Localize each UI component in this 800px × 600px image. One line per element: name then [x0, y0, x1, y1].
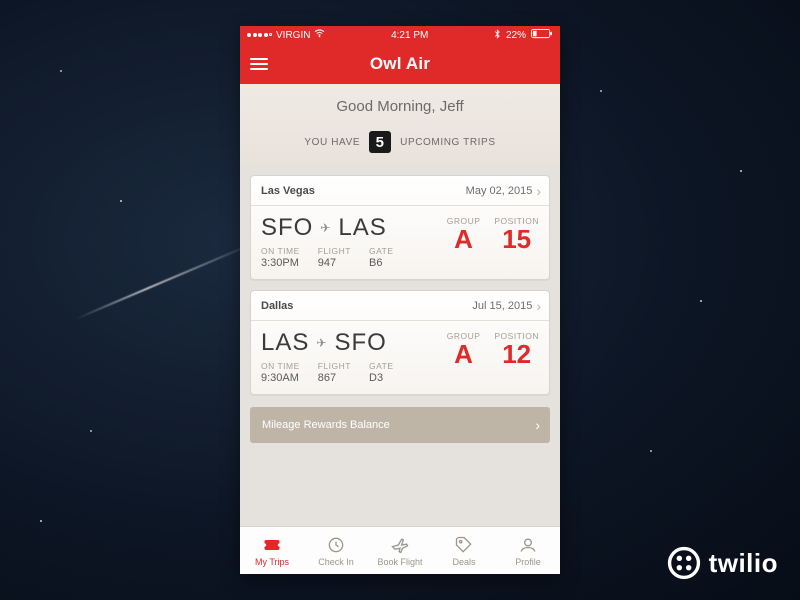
twilio-logo-icon — [667, 546, 701, 580]
mileage-rewards-label: Mileage Rewards Balance — [262, 419, 535, 431]
trip-destination: Las Vegas — [261, 185, 315, 197]
tab-label: Check In — [318, 557, 354, 567]
on-time-label: ON TIME — [261, 246, 300, 256]
depart-time: 9:30AM — [261, 372, 300, 384]
profile-icon — [518, 535, 538, 555]
plane-icon — [390, 535, 410, 555]
chevron-right-icon: › — [536, 299, 541, 313]
group-value: A — [447, 339, 481, 370]
signal-dots-icon — [247, 33, 272, 37]
app-title: Owl Air — [240, 54, 560, 74]
greeting-text: Good Morning, Jeff — [240, 98, 560, 115]
hero: Good Morning, Jeff YOU HAVE 5 UPCOMING T… — [240, 84, 560, 165]
trip-card[interactable]: Dallas Jul 15, 2015 › LAS ✈ SFO ON TIME9… — [250, 290, 550, 395]
chevron-right-icon: › — [536, 184, 541, 198]
tab-label: Deals — [452, 557, 475, 567]
tag-icon — [454, 535, 474, 555]
tab-label: My Trips — [255, 557, 289, 567]
trip-destination: Dallas — [261, 300, 293, 312]
tab-profile[interactable]: Profile — [496, 527, 560, 574]
ticket-icon — [262, 535, 282, 555]
you-have-label: YOU HAVE — [304, 137, 360, 148]
depart-time: 3:30PM — [261, 257, 300, 269]
wifi-icon — [314, 29, 325, 41]
bluetooth-icon — [494, 29, 501, 42]
position-value: 12 — [494, 339, 539, 370]
upcoming-label: UPCOMING TRIPS — [400, 137, 495, 148]
mileage-rewards-row[interactable]: Mileage Rewards Balance › — [250, 407, 550, 443]
gate-value: B6 — [369, 257, 394, 269]
phone-screen: VIRGIN 4:21 PM 22% Owl Air Good Morning,… — [240, 26, 560, 574]
navbar: Owl Air — [240, 44, 560, 84]
clock-icon — [326, 535, 346, 555]
on-time-label: ON TIME — [261, 361, 300, 371]
clock-label: 4:21 PM — [391, 30, 428, 41]
status-bar: VIRGIN 4:21 PM 22% — [240, 26, 560, 44]
gate-label: GATE — [369, 361, 394, 371]
flight-number: 867 — [318, 372, 351, 384]
upcoming-trips-counter: YOU HAVE 5 UPCOMING TRIPS — [240, 131, 560, 153]
flight-label: FLIGHT — [318, 246, 351, 256]
route-from: LAS — [261, 329, 309, 357]
gate-value: D3 — [369, 372, 394, 384]
flight-label: FLIGHT — [318, 361, 351, 371]
chevron-right-icon: › — [535, 418, 540, 432]
twilio-brand: twilio — [667, 546, 778, 580]
plane-icon: ✈ — [316, 336, 327, 350]
group-value: A — [447, 224, 481, 255]
tab-bar: My Trips Check In Book Flight Deals Prof… — [240, 526, 560, 574]
carrier-label: VIRGIN — [276, 30, 310, 41]
position-value: 15 — [494, 224, 539, 255]
tab-deals[interactable]: Deals — [432, 527, 496, 574]
tab-check-in[interactable]: Check In — [304, 527, 368, 574]
route-to: LAS — [338, 214, 386, 242]
tab-label: Profile — [515, 557, 541, 567]
twilio-wordmark: twilio — [709, 548, 778, 579]
tab-my-trips[interactable]: My Trips — [240, 527, 304, 574]
route-to: SFO — [334, 329, 386, 357]
gate-label: GATE — [369, 246, 394, 256]
tab-label: Book Flight — [377, 557, 422, 567]
trip-count-badge: 5 — [369, 131, 391, 153]
trip-date: May 02, 2015 — [315, 185, 537, 197]
battery-pct-label: 22% — [506, 30, 526, 41]
tab-book-flight[interactable]: Book Flight — [368, 527, 432, 574]
trip-date: Jul 15, 2015 — [293, 300, 536, 312]
flight-number: 947 — [318, 257, 351, 269]
trip-card[interactable]: Las Vegas May 02, 2015 › SFO ✈ LAS ON TI… — [250, 175, 550, 280]
battery-icon — [531, 29, 553, 42]
route-from: SFO — [261, 214, 313, 242]
plane-icon: ✈ — [320, 221, 331, 235]
